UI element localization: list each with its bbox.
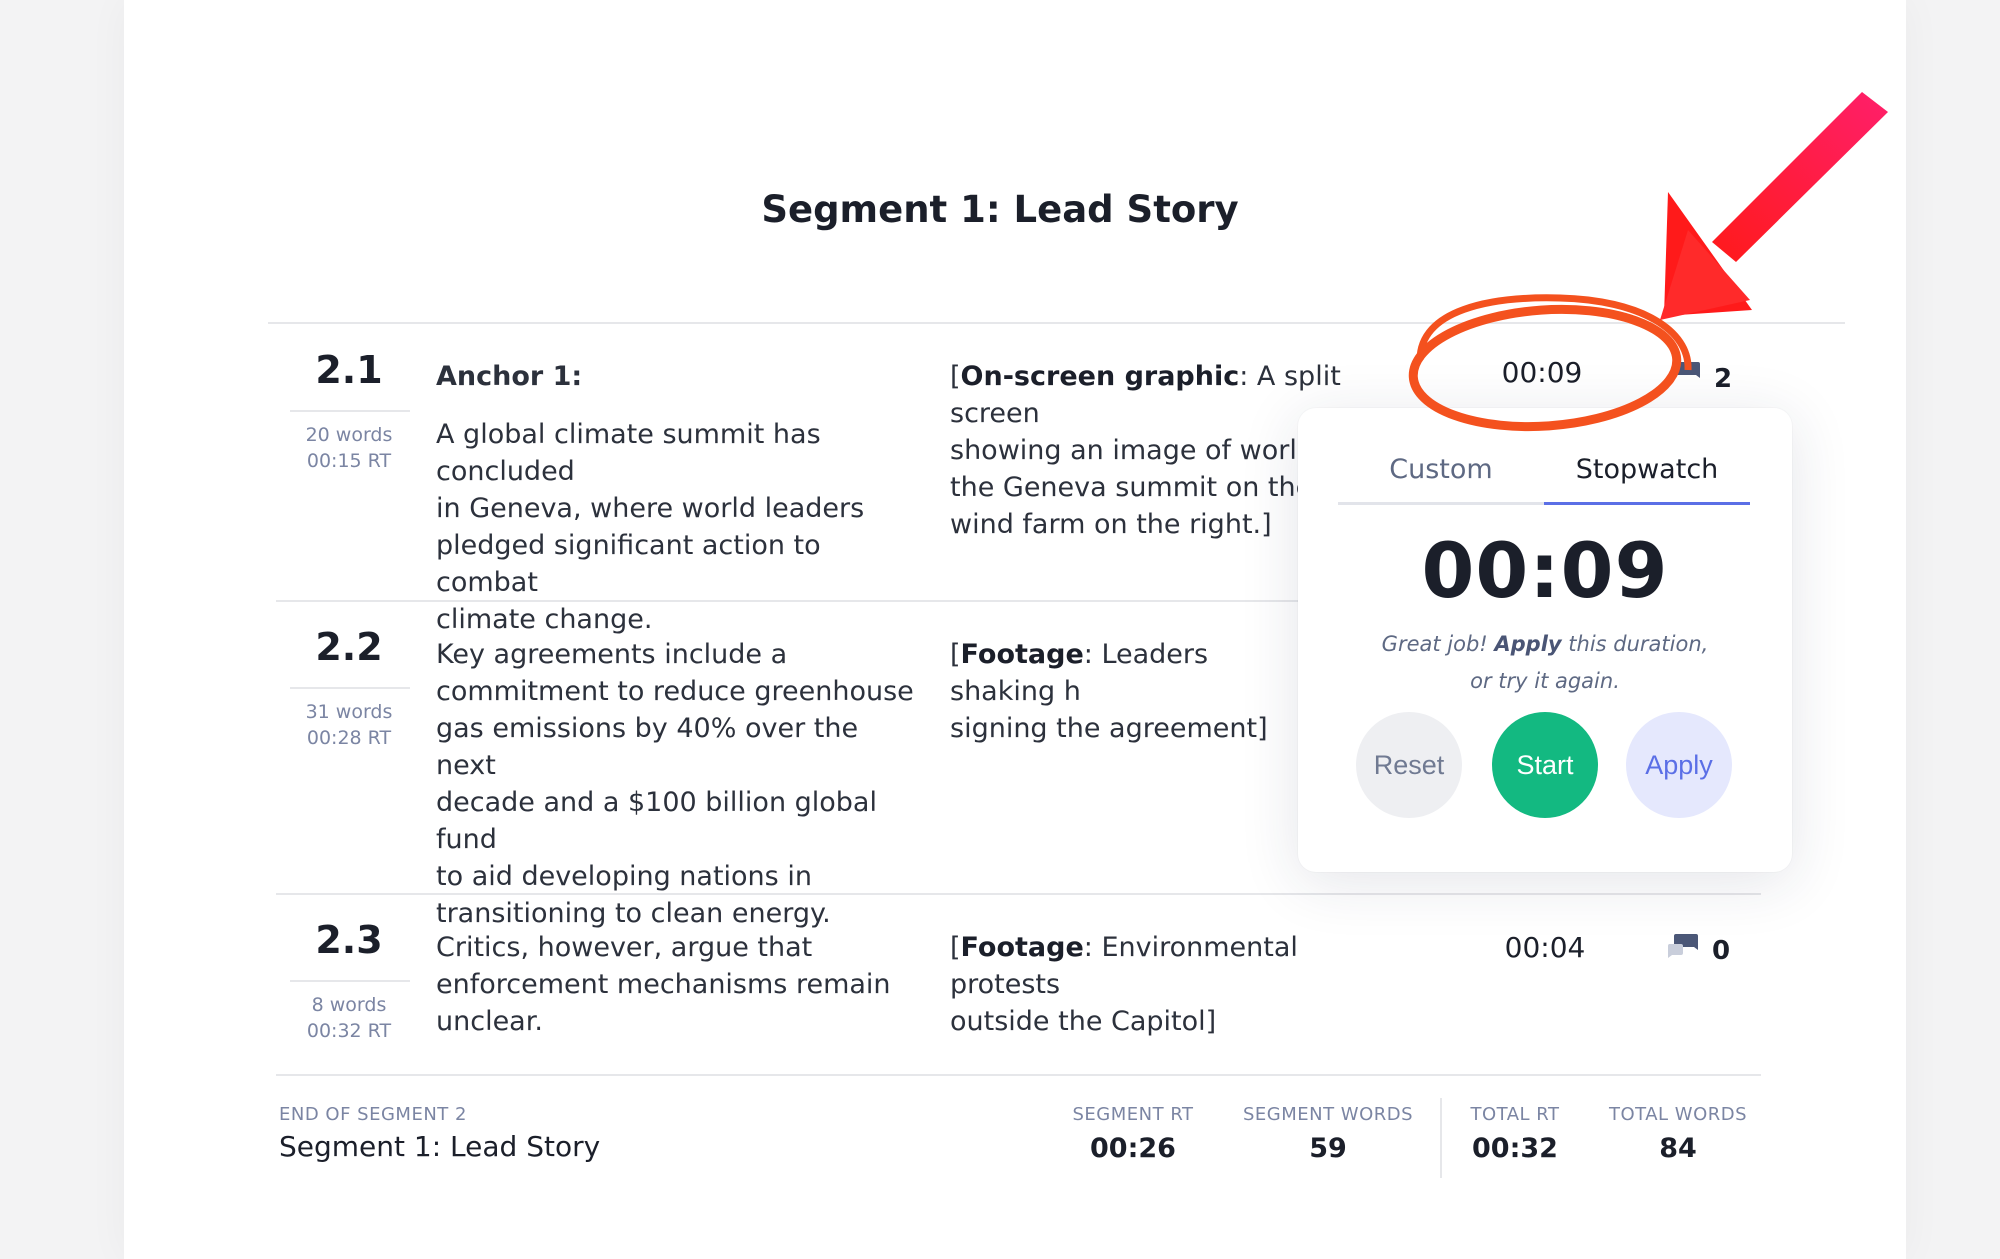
hint-text: or try it again. (1470, 669, 1620, 693)
script-text[interactable]: Critics, however, argue that enforcement… (436, 929, 926, 1040)
visual-note[interactable]: [Footage: Environmental protests outside… (950, 929, 1390, 1040)
segment-words-stat: SEGMENT WORDS 59 (1228, 1104, 1428, 1164)
script-line: Critics, however, argue that (436, 932, 813, 963)
tab-active-indicator (1544, 502, 1750, 505)
script-line: pledged significant action to combat (436, 530, 821, 598)
reset-button[interactable]: Reset (1356, 712, 1462, 818)
script-text[interactable]: Key agreements include a commitment to r… (436, 636, 926, 932)
tab-stopwatch[interactable]: Stopwatch (1544, 448, 1750, 492)
segment-rt-label: SEGMENT RT (1072, 1104, 1194, 1125)
total-words-label: TOTAL WORDS (1608, 1104, 1748, 1125)
speaker-label: Anchor 1: (436, 361, 583, 392)
total-rt-label: TOTAL RT (1470, 1104, 1560, 1125)
row-running-time: 00:28 RT (306, 727, 392, 749)
segment-rt-value: 00:26 (1090, 1133, 1176, 1164)
hint-text: Great job! (1381, 632, 1495, 656)
row-word-count: 31 words (305, 701, 393, 723)
total-words-stat: TOTAL WORDS 84 (1598, 1104, 1758, 1164)
row-word-count: 20 words (305, 424, 393, 446)
hint-text: this duration, (1561, 632, 1709, 656)
segment-rt-stat: SEGMENT RT 00:26 (1053, 1104, 1213, 1164)
segment-words-label: SEGMENT WORDS (1242, 1104, 1414, 1125)
stopwatch-time: 00:09 (1421, 526, 1669, 615)
row-running-time: 00:15 RT (306, 450, 392, 472)
script-line: to aid developing nations in (436, 861, 812, 892)
total-rt-stat: TOTAL RT 00:32 (1440, 1104, 1590, 1164)
row-meta-divider (290, 687, 410, 689)
script-line: climate change. (436, 604, 653, 635)
script-line: commitment to reduce greenhouse (436, 676, 914, 707)
total-words-value: 84 (1659, 1133, 1697, 1164)
visual-label: Footage (960, 639, 1084, 670)
visual-line: signing the agreement] (950, 713, 1268, 744)
script-line: decade and a $100 billion global fund (436, 787, 877, 855)
comments-button[interactable]: 0 (1666, 932, 1730, 969)
visual-note[interactable]: [Footage: Leaders shaking h signing the … (950, 636, 1310, 747)
duration-popup: Custom Stopwatch 00:09 Great job! Apply … (1298, 408, 1792, 872)
apply-button[interactable]: Apply (1626, 712, 1732, 818)
script-line: gas emissions by 40% over the next (436, 713, 859, 781)
footer-divider (276, 1074, 1761, 1076)
comment-count: 2 (1714, 363, 1733, 394)
row-meta-divider (290, 980, 410, 982)
script-line: unclear. (436, 1006, 543, 1037)
visual-label: Footage (960, 932, 1084, 963)
script-line: A global climate summit has concluded (436, 419, 821, 487)
row-word-count: 8 words (311, 994, 387, 1016)
row-divider (276, 893, 1761, 895)
duration-tabs: Custom Stopwatch (1338, 448, 1750, 506)
script-line: transitioning to clean energy. (436, 898, 831, 929)
row-divider (268, 322, 1845, 324)
row-number: 2.2 (315, 625, 383, 669)
comment-count: 0 (1712, 935, 1731, 966)
end-of-segment-label: END OF SEGMENT 2 (279, 1104, 467, 1125)
hint-apply-emphasis: Apply (1494, 632, 1562, 656)
visual-label: On-screen graphic (960, 361, 1240, 392)
row-meta-divider (290, 410, 410, 412)
duration-button[interactable]: 00:09 (1482, 356, 1602, 389)
footer-segment-name: Segment 1: Lead Story (279, 1130, 601, 1163)
tab-custom[interactable]: Custom (1338, 448, 1544, 492)
row-number: 2.1 (315, 348, 383, 392)
start-button[interactable]: Start (1492, 712, 1598, 818)
tab-underline (1338, 502, 1544, 505)
duration-button[interactable]: 00:04 (1485, 931, 1605, 964)
script-line: in Geneva, where world leaders (436, 493, 865, 524)
comment-bubble-icon (1668, 360, 1702, 397)
visual-line: outside the Capitol] (950, 1006, 1217, 1037)
script-line: Key agreements include a (436, 639, 788, 670)
comment-bubble-icon (1666, 932, 1700, 969)
total-rt-value: 00:32 (1472, 1133, 1558, 1164)
script-text[interactable]: Anchor 1: A global climate summit has co… (436, 358, 926, 638)
segment-title: Segment 1: Lead Story (761, 188, 1239, 231)
script-line: enforcement mechanisms remain (436, 969, 891, 1000)
row-number: 2.3 (315, 918, 383, 962)
row-running-time: 00:32 RT (306, 1020, 392, 1042)
comments-button[interactable]: 2 (1668, 360, 1732, 397)
segment-words-value: 59 (1309, 1133, 1347, 1164)
stopwatch-hint: Great job! Apply this duration, or try i… (1298, 626, 1792, 700)
